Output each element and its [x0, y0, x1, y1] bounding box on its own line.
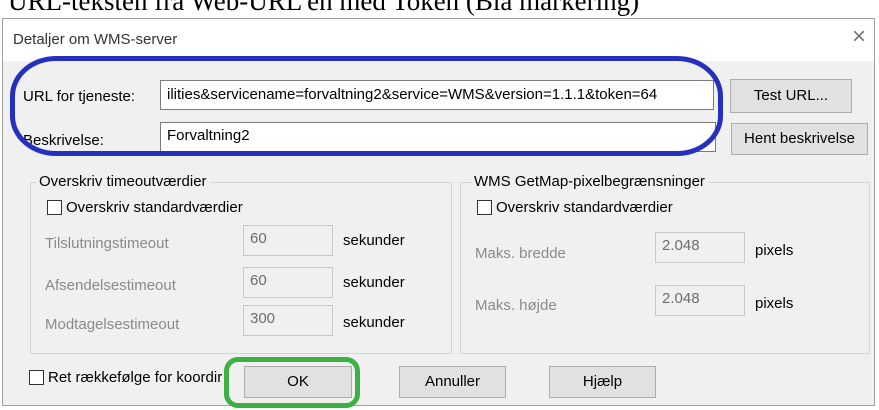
cancel-button[interactable]: Annuller [399, 366, 506, 398]
checkbox-box[interactable] [477, 200, 492, 215]
checkbox-box[interactable] [47, 200, 62, 215]
description-label: Beskrivelse: [23, 132, 104, 149]
url-label: URL for tjeneste: [23, 88, 135, 105]
screenshot-page: URL-teksten fra Web-URL'en med Token (Bl… [0, 0, 879, 410]
max-height-unit: pixels [755, 295, 794, 312]
max-width-label: Maks. bredde [475, 245, 566, 262]
fetch-description-button[interactable]: Hent beskrivelse [731, 123, 868, 155]
max-width-input[interactable]: 2.048 [655, 232, 745, 263]
top-caption: URL-teksten fra Web-URL'en med Token (Bl… [8, 0, 640, 16]
test-url-button[interactable]: Test URL... [730, 79, 852, 113]
pixel-override-checkbox[interactable]: Overskriv standardværdier [477, 199, 673, 216]
url-input[interactable]: ilities&servicename=forvaltning2&service… [160, 80, 714, 110]
description-input[interactable]: Forvaltning2 [160, 122, 716, 152]
receive-timeout-input[interactable]: 300 [243, 305, 333, 336]
timeout-group-legend: Overskriv timeoutværdier [36, 173, 210, 190]
dialog-titlebar: Detaljer om WMS-server × [3, 19, 874, 61]
checkbox-label: Ret rækkefølge for koordir [48, 369, 223, 386]
max-height-input[interactable]: 2.048 [655, 285, 745, 316]
ok-button[interactable]: OK [244, 366, 352, 398]
timeout-override-checkbox[interactable]: Overskriv standardværdier [47, 199, 243, 216]
receive-timeout-label: Modtagelsestimeout [45, 316, 180, 333]
checkbox-label: Overskriv standardværdier [66, 199, 243, 216]
dialog-title: Detaljer om WMS-server [13, 31, 178, 48]
checkbox-box[interactable] [29, 370, 44, 385]
send-timeout-unit: sekunder [343, 274, 405, 291]
connect-timeout-input[interactable]: 60 [243, 225, 333, 256]
send-timeout-input[interactable]: 60 [243, 267, 333, 298]
max-height-label: Maks. højde [475, 297, 557, 314]
connect-timeout-label: Tilslutningstimeout [45, 235, 169, 252]
pixel-limits-group-legend: WMS GetMap-pixelbegrænsninger [471, 173, 708, 190]
checkbox-label: Overskriv standardværdier [496, 199, 673, 216]
wms-server-dialog: Detaljer om WMS-server × URL for tjenest… [2, 18, 875, 406]
help-button[interactable]: Hjælp [549, 366, 656, 398]
close-icon[interactable]: × [852, 25, 866, 49]
receive-timeout-unit: sekunder [343, 314, 405, 331]
connect-timeout-unit: sekunder [343, 232, 405, 249]
send-timeout-label: Afsendelsestimeout [45, 277, 176, 294]
coordinate-order-checkbox[interactable]: Ret rækkefølge for koordir [29, 369, 244, 386]
max-width-unit: pixels [755, 242, 794, 259]
